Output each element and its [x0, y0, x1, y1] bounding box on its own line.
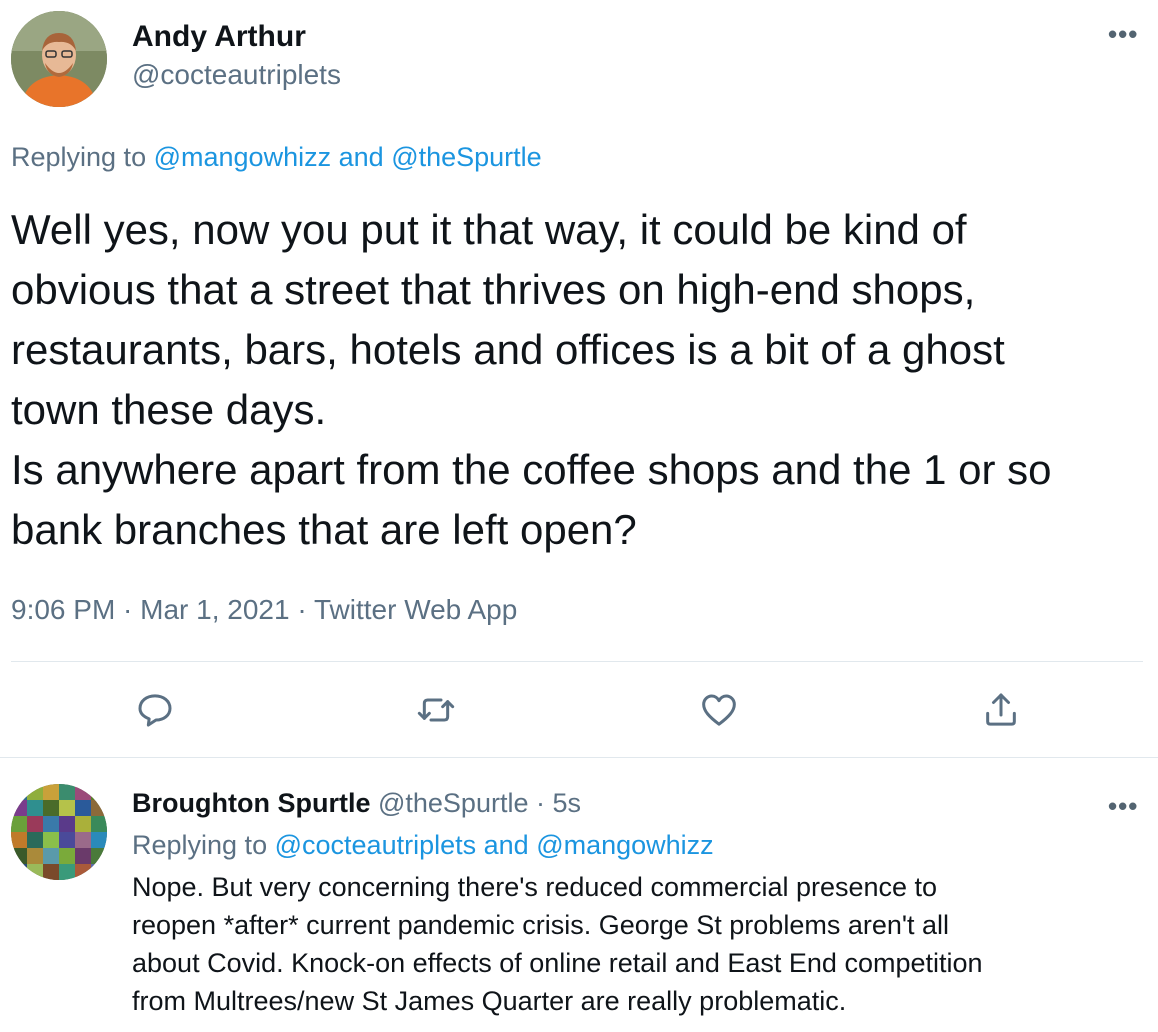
reply-mention-1[interactable]: @mangowhizz [154, 142, 331, 172]
tweet-body-line: bank branches that are left open? [11, 506, 637, 553]
reply-body: Nope. But very concerning there's reduce… [132, 868, 983, 1020]
replying-to-prefix: Replying to [11, 142, 147, 172]
reply-mention-1[interactable]: @cocteautriplets [275, 830, 477, 860]
avatar-image [11, 11, 107, 107]
tweet-body-line: Is anywhere apart from the coffee shops … [11, 446, 1052, 493]
avatar-image [11, 784, 107, 880]
tweet-body-line: town these days. [11, 386, 327, 433]
reply-separator: · [536, 788, 545, 818]
tweet-meta[interactable]: 9:06 PM · Mar 1, 2021 · Twitter Web App [11, 592, 517, 628]
like-icon[interactable] [695, 686, 743, 734]
retweet-icon[interactable] [412, 686, 460, 734]
reply-body-line: from Multrees/new St James Quarter are r… [132, 986, 847, 1016]
reply-body-line: Nope. But very concerning there's reduce… [132, 872, 938, 902]
replying-to-line: Replying to @mangowhizz and @theSpurtle [11, 140, 542, 174]
reply-author-name[interactable]: Broughton Spurtle [132, 788, 370, 818]
tweet-body-line: obvious that a street that thrives on hi… [11, 266, 976, 313]
author-display-name[interactable]: Andy Arthur [132, 20, 306, 54]
reply-header: Broughton Spurtle @theSpurtle · 5s [132, 786, 581, 820]
tweet-body: Well yes, now you put it that way, it co… [11, 200, 1052, 560]
reply-author-handle[interactable]: @theSpurtle [378, 788, 529, 818]
divider-top [11, 661, 1143, 662]
ellipsis-icon[interactable]: ••• [1108, 793, 1138, 819]
tweet-body-line: Well yes, now you put it that way, it co… [11, 206, 967, 253]
reply-body-line: reopen *after* current pandemic crisis. … [132, 910, 950, 940]
avatar-broughton-spurtle[interactable] [11, 784, 107, 880]
author-handle[interactable]: @cocteautriplets [132, 58, 341, 92]
reply-icon[interactable] [131, 686, 179, 734]
reply-joiner: and [338, 142, 384, 172]
share-icon[interactable] [977, 686, 1025, 734]
reply-replying-to-line: Replying to @cocteautriplets and @mangow… [132, 828, 714, 862]
replying-to-prefix: Replying to [132, 830, 268, 860]
reply-body-line: about Covid. Knock-on effects of online … [132, 948, 983, 978]
tweet-body-line: restaurants, bars, hotels and offices is… [11, 326, 1005, 373]
reply-time[interactable]: 5s [553, 788, 582, 818]
reply-mention-2[interactable]: @mangowhizz [536, 830, 713, 860]
ellipsis-icon[interactable]: ••• [1108, 21, 1138, 47]
reply-mention-2[interactable]: @theSpurtle [391, 142, 542, 172]
avatar-andy-arthur[interactable] [11, 11, 107, 107]
divider-bottom [0, 757, 1158, 758]
reply-joiner: and [483, 830, 529, 860]
